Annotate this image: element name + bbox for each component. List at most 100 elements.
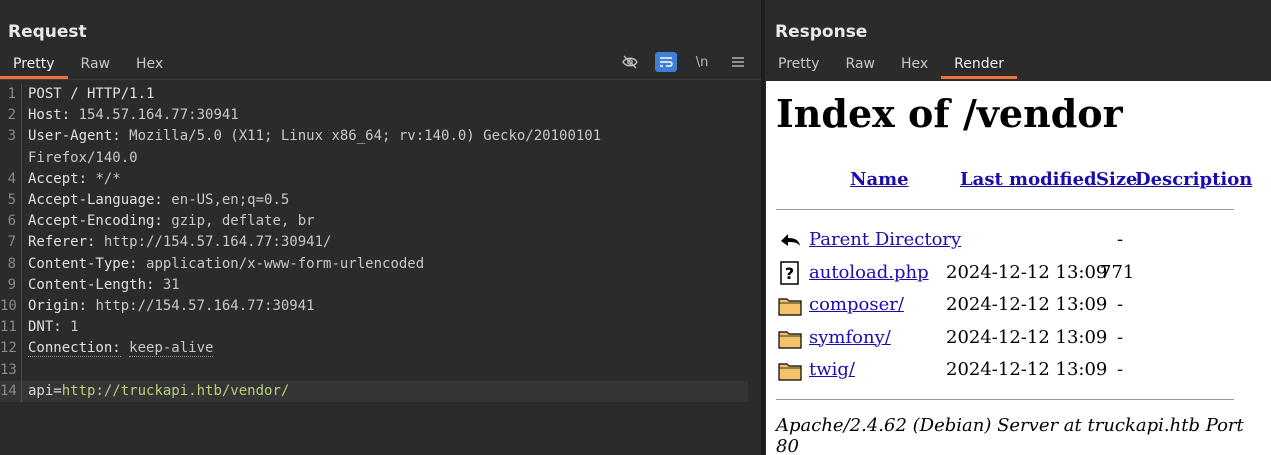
listing-name-link[interactable]: Parent Directory xyxy=(809,229,961,250)
unknown-file-icon: ? xyxy=(778,260,802,285)
listing-size: - xyxy=(1117,294,1124,315)
listing-size: - xyxy=(1117,359,1124,380)
editor-line: 9 Content-Length: 31 xyxy=(0,274,761,297)
request-pane: Request Pretty Raw Hex \n 1 POST / HTTP/1.1… xyxy=(0,0,761,455)
code-token: Referer: xyxy=(28,234,104,251)
response-render-view: Index of /vendor Name Last modified Size… xyxy=(766,81,1271,455)
listing-row: twig/2024-12-12 13:09- xyxy=(778,357,1258,383)
line-number: 5 xyxy=(0,190,22,212)
code-token: Firefox/140.0 xyxy=(28,149,138,166)
code-token: */* xyxy=(95,170,121,187)
code-token: Content-Type: xyxy=(28,255,147,272)
request-toolbar: \n xyxy=(619,52,749,72)
request-tab-hex[interactable]: Hex xyxy=(123,52,176,79)
column-last-modified-link[interactable]: Last modified xyxy=(960,169,1097,190)
listing-name-link[interactable]: autoload.php xyxy=(809,262,929,283)
code-token: 154.57.164.77:30941 xyxy=(78,107,239,124)
request-tab-raw[interactable]: Raw xyxy=(68,52,123,79)
response-tab-raw[interactable]: Raw xyxy=(833,52,888,79)
listing-name-link[interactable]: composer/ xyxy=(809,294,904,315)
line-code: User-Agent: Mozilla/5.0 (X11; Linux x86_… xyxy=(22,126,601,147)
code-token: Connection: xyxy=(28,340,121,358)
request-title: Request xyxy=(8,22,87,42)
response-tab-hex[interactable]: Hex xyxy=(888,52,941,79)
index-heading: Index of /vendor xyxy=(776,91,1123,136)
response-tabs: Pretty Raw Hex Render xyxy=(765,52,1018,79)
newline-toggle[interactable]: \n xyxy=(691,52,713,72)
code-token: POST / HTTP/1.1 xyxy=(28,86,155,102)
line-code: Firefox/140.0 xyxy=(22,148,138,169)
line-number: 1 xyxy=(0,84,22,106)
line-code: Content-Type: application/x-www-form-url… xyxy=(22,254,424,275)
listing-row: composer/2024-12-12 13:09- xyxy=(778,292,1258,318)
response-title: Response xyxy=(775,22,868,42)
code-token: Host: xyxy=(28,107,79,124)
code-token: en-US,en;q=0.5 xyxy=(171,192,290,209)
editor-line: 3 User-Agent: Mozilla/5.0 (X11; Linux x86… xyxy=(0,126,761,148)
line-code: Accept-Language: en-US,en;q=0.5 xyxy=(22,190,289,211)
editor-line: 4 Accept: */* xyxy=(0,168,761,191)
line-number: 4 xyxy=(0,168,22,191)
code-token: Accept-Encoding: xyxy=(28,213,172,230)
line-number: 14 xyxy=(0,380,22,403)
column-description-link[interactable]: Description xyxy=(1135,169,1252,190)
code-token: api xyxy=(28,382,54,399)
line-code: Host: 154.57.164.77:30941 xyxy=(22,105,239,126)
line-number: 10 xyxy=(0,296,22,318)
response-tab-pretty[interactable]: Pretty xyxy=(765,52,833,79)
listing-date: 2024-12-12 13:09 xyxy=(946,294,1108,315)
listing-size: - xyxy=(1117,326,1124,348)
column-name-link[interactable]: Name xyxy=(850,169,909,190)
code-token: User-Agent: xyxy=(28,128,130,145)
code-token: = xyxy=(53,382,62,399)
editor-line: 1 POST / HTTP/1.1 xyxy=(0,84,761,106)
svg-text:?: ? xyxy=(785,264,794,283)
code-token: Content-Length: xyxy=(28,276,163,293)
request-tabs-divider xyxy=(0,79,761,80)
code-token: Origin: xyxy=(28,298,96,315)
line-code: Accept-Encoding: gzip, deflate, br xyxy=(22,211,315,232)
eye-slash-icon[interactable] xyxy=(619,52,641,72)
editor-line: 10 Origin: http://154.57.164.77:30941 xyxy=(0,296,761,318)
code-token: Mozilla/5.0 (X11; Linux x86_64; rv:140.0… xyxy=(129,128,602,145)
editor-line: 6 Accept-Encoding: gzip, deflate, br xyxy=(0,211,761,233)
code-token: http://154.57.164.77:30941 xyxy=(95,298,315,315)
line-code: Origin: http://154.57.164.77:30941 xyxy=(22,296,315,317)
line-number: 7 xyxy=(0,232,22,254)
line-code: Accept: */* xyxy=(22,169,121,190)
listing-size: 771 xyxy=(1100,261,1135,283)
request-tab-pretty[interactable]: Pretty xyxy=(0,52,68,79)
line-code: api=http://truckapi.htb/vendor/ xyxy=(22,381,289,402)
wrap-lines-icon[interactable] xyxy=(655,52,677,72)
listing-size: - xyxy=(1117,229,1124,250)
line-number: 3 xyxy=(0,126,22,148)
code-token: keep-alive xyxy=(129,340,214,358)
listing-row: symfony/2024-12-12 13:09- xyxy=(778,325,1258,351)
code-token: http://truckapi.htb/vendor/ xyxy=(61,382,290,399)
editor-line: Firefox/140.0 xyxy=(0,147,761,169)
line-number: 11 xyxy=(0,317,22,339)
code-token: gzip, deflate, br xyxy=(171,213,315,230)
response-tab-render[interactable]: Render xyxy=(941,52,1018,79)
hamburger-menu-icon[interactable] xyxy=(727,52,749,72)
line-number: 12 xyxy=(0,338,22,360)
line-number: 8 xyxy=(0,253,22,275)
line-code: DNT: 1 xyxy=(22,317,79,338)
editor-line: 2 Host: 154.57.164.77:30941 xyxy=(0,105,761,127)
table-top-rule xyxy=(776,209,1234,210)
line-code: Connection: keep-alive xyxy=(22,338,214,359)
listing-name-link[interactable]: symfony/ xyxy=(809,327,891,348)
back-arrow-icon xyxy=(778,228,802,252)
editor-line: 8 Content-Type: application/x-www-form-ur… xyxy=(0,253,761,275)
listing-name-link[interactable]: twig/ xyxy=(809,359,855,380)
editor-line: 7 Referer: http://154.57.164.77:30941/ xyxy=(0,232,761,254)
request-editor[interactable]: 1 POST / HTTP/1.1 2 Host: 154.57.164.77:309… xyxy=(0,84,761,403)
line-code: POST / HTTP/1.1 xyxy=(22,84,154,105)
code-token: DNT: xyxy=(28,319,71,336)
line-number: 6 xyxy=(0,211,22,233)
request-tabs: Pretty Raw Hex xyxy=(0,52,176,79)
server-signature: Apache/2.4.62 (Debian) Server at truckap… xyxy=(776,415,1244,455)
column-size-link[interactable]: Size xyxy=(1096,169,1138,190)
